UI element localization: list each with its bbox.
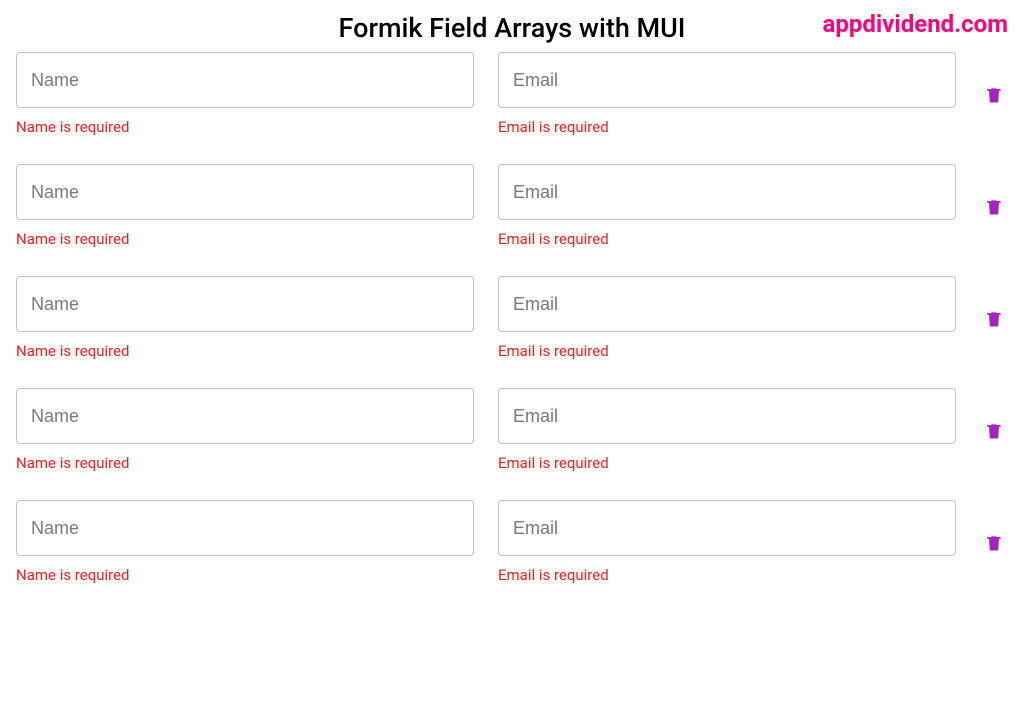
field-row: Name is required Email is required xyxy=(16,388,1008,472)
name-input[interactable] xyxy=(16,52,474,108)
field-row: Name is required Email is required xyxy=(16,276,1008,360)
email-input[interactable] xyxy=(498,52,956,108)
email-input[interactable] xyxy=(498,388,956,444)
name-input[interactable] xyxy=(16,164,474,220)
name-error: Name is required xyxy=(16,342,474,360)
email-error: Email is required xyxy=(498,566,956,584)
email-input[interactable] xyxy=(498,500,956,556)
name-error: Name is required xyxy=(16,118,474,136)
email-input[interactable] xyxy=(498,164,956,220)
email-error: Email is required xyxy=(498,230,956,248)
name-input[interactable] xyxy=(16,500,474,556)
trash-icon xyxy=(984,196,1004,218)
trash-icon xyxy=(984,420,1004,442)
name-field-wrapper: Name is required xyxy=(16,388,474,472)
delete-row-button[interactable] xyxy=(980,420,1008,442)
trash-icon xyxy=(984,84,1004,106)
name-input[interactable] xyxy=(16,276,474,332)
email-field-wrapper: Email is required xyxy=(498,500,956,584)
name-field-wrapper: Name is required xyxy=(16,52,474,136)
name-error: Name is required xyxy=(16,230,474,248)
delete-row-button[interactable] xyxy=(980,196,1008,218)
field-row: Name is required Email is required xyxy=(16,52,1008,136)
name-field-wrapper: Name is required xyxy=(16,500,474,584)
field-row: Name is required Email is required xyxy=(16,164,1008,248)
name-error: Name is required xyxy=(16,566,474,584)
trash-icon xyxy=(984,532,1004,554)
name-error: Name is required xyxy=(16,454,474,472)
brand-label: appdividend.com xyxy=(823,10,1008,38)
header: Formik Field Arrays with MUI appdividend… xyxy=(0,0,1024,52)
field-array-rows: Name is required Email is required Name … xyxy=(0,52,1024,584)
email-field-wrapper: Email is required xyxy=(498,276,956,360)
email-field-wrapper: Email is required xyxy=(498,388,956,472)
field-row: Name is required Email is required xyxy=(16,500,1008,584)
name-input[interactable] xyxy=(16,388,474,444)
trash-icon xyxy=(984,308,1004,330)
name-field-wrapper: Name is required xyxy=(16,164,474,248)
name-field-wrapper: Name is required xyxy=(16,276,474,360)
delete-row-button[interactable] xyxy=(980,84,1008,106)
email-error: Email is required xyxy=(498,454,956,472)
email-input[interactable] xyxy=(498,276,956,332)
delete-row-button[interactable] xyxy=(980,308,1008,330)
email-field-wrapper: Email is required xyxy=(498,164,956,248)
email-field-wrapper: Email is required xyxy=(498,52,956,136)
delete-row-button[interactable] xyxy=(980,532,1008,554)
email-error: Email is required xyxy=(498,342,956,360)
email-error: Email is required xyxy=(498,118,956,136)
